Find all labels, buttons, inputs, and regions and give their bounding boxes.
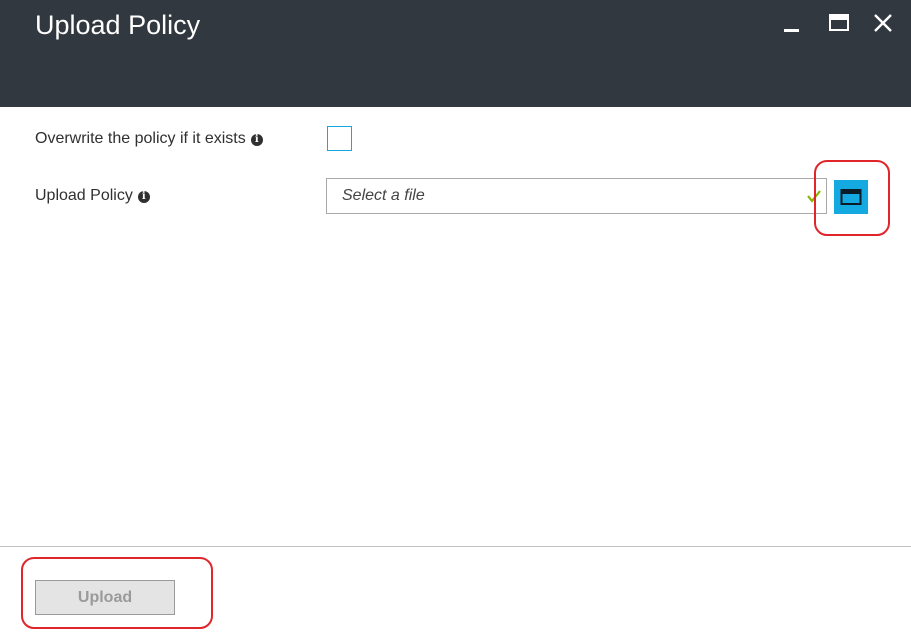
upload-policy-label-text: Upload Policy [35, 187, 133, 204]
footer-divider [0, 546, 911, 547]
info-icon[interactable]: i [250, 134, 263, 146]
file-select-input[interactable]: Select a file [326, 178, 827, 214]
page-title: Upload Policy [35, 10, 201, 40]
minimize-icon [784, 29, 799, 32]
blade-header: Upload Policy [0, 0, 911, 107]
overwrite-label-text: Overwrite the policy if it exists [35, 130, 246, 147]
close-icon [874, 14, 892, 32]
overwrite-checkbox[interactable] [327, 126, 352, 151]
overwrite-label: Overwrite the policy if it exists i [35, 129, 263, 149]
close-button[interactable] [866, 6, 900, 40]
upload-policy-label: Upload Policy i [35, 186, 150, 206]
upload-button[interactable]: Upload [35, 580, 175, 615]
file-select-placeholder: Select a file [342, 187, 425, 204]
maximize-icon [829, 14, 849, 31]
folder-icon [840, 189, 862, 205]
maximize-button[interactable] [822, 6, 856, 40]
checkmark-icon [807, 190, 821, 203]
info-icon[interactable]: i [137, 191, 150, 203]
browse-button[interactable] [834, 180, 868, 214]
minimize-button[interactable] [775, 6, 809, 40]
